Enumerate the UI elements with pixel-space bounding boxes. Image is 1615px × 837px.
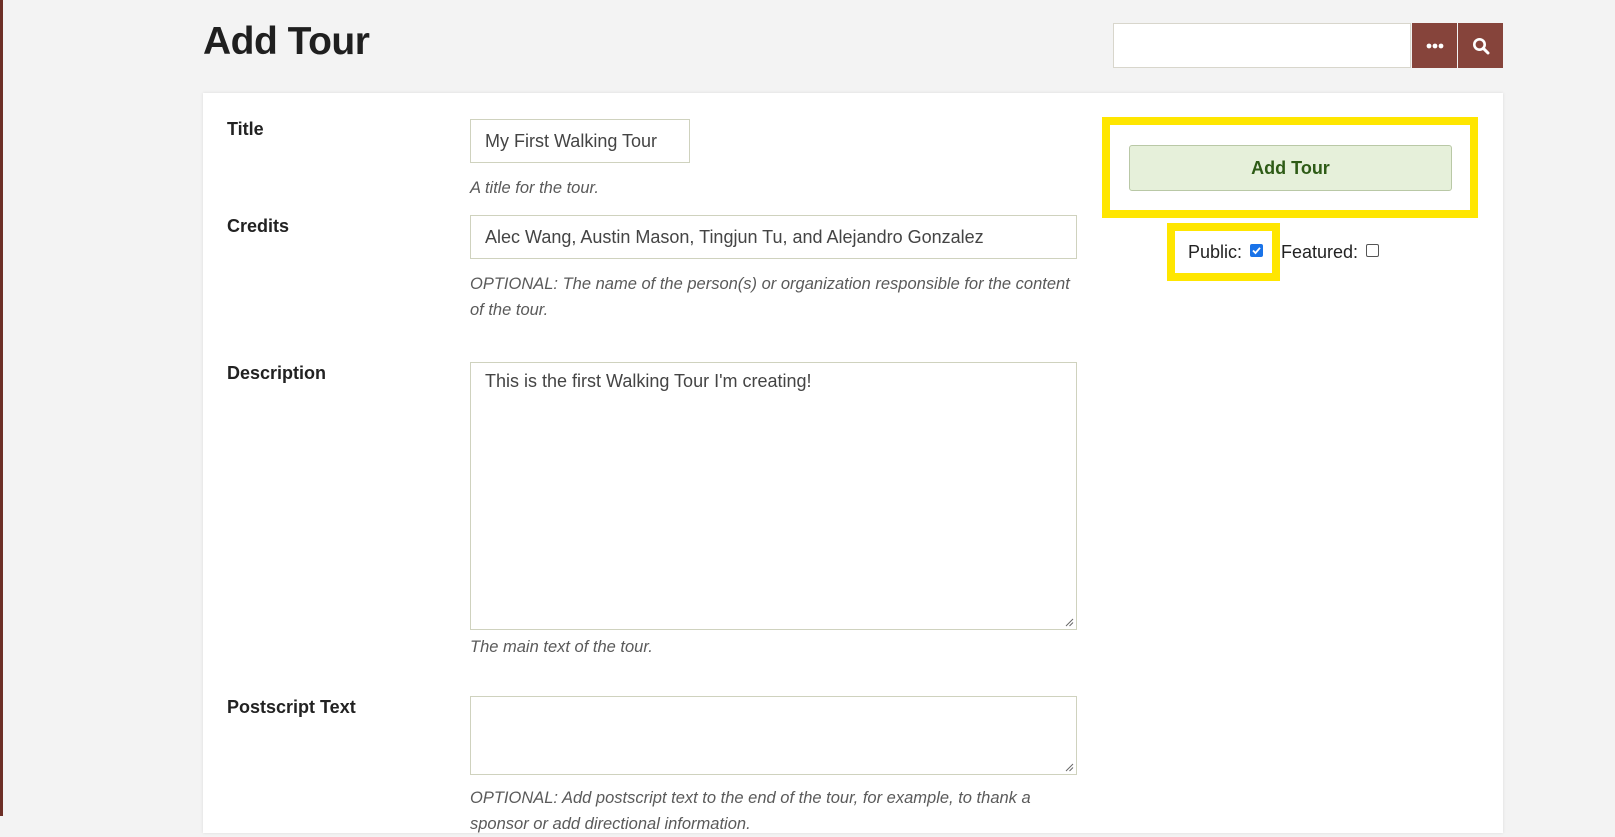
left-border-rule: [0, 0, 3, 816]
description-textarea[interactable]: This is the first Walking Tour I'm creat…: [470, 362, 1077, 630]
title-help-text: A title for the tour.: [470, 179, 600, 197]
title-input[interactable]: My First Walking Tour: [470, 119, 690, 163]
add-tour-button[interactable]: Add Tour: [1129, 145, 1452, 191]
resize-grip-icon[interactable]: [1064, 762, 1074, 772]
resize-grip-icon[interactable]: [1064, 617, 1074, 627]
search-submit-button[interactable]: [1458, 23, 1503, 68]
form-panel: Title My First Walking Tour A title for …: [203, 93, 1503, 833]
postscript-label: Postscript Text: [227, 697, 356, 717]
search-options-button[interactable]: [1412, 23, 1457, 68]
search-input[interactable]: [1113, 23, 1411, 68]
featured-label: Featured:: [1281, 242, 1359, 262]
search-icon: [1472, 37, 1489, 54]
title-label: Title: [227, 119, 264, 139]
postscript-help-text: OPTIONAL: Add postscript text to the end…: [470, 789, 1031, 833]
public-option: Public:: [1188, 242, 1264, 263]
checkmark-icon: [1252, 247, 1261, 255]
description-label: Description: [227, 363, 327, 383]
public-checkbox[interactable]: [1250, 244, 1264, 257]
description-text: This is the first Walking Tour I'm creat…: [485, 371, 812, 391]
site-search: [1113, 23, 1503, 68]
credits-label: Credits: [227, 216, 290, 236]
credits-help-text: OPTIONAL: The name of the person(s) or o…: [470, 275, 1070, 319]
featured-checkbox[interactable]: [1366, 244, 1380, 257]
credits-input[interactable]: Alec Wang, Austin Mason, Tingjun Tu, and…: [470, 215, 1077, 259]
description-help-text: The main text of the tour.: [470, 638, 653, 656]
postscript-textarea[interactable]: [470, 696, 1077, 775]
page-title: Add Tour: [203, 20, 370, 63]
public-label: Public:: [1188, 242, 1243, 262]
featured-option: Featured:: [1281, 242, 1380, 263]
ellipsis-icon: [1426, 43, 1443, 48]
